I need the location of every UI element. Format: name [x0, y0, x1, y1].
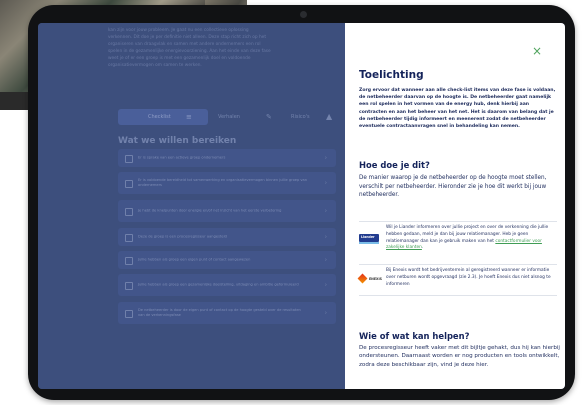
checkbox[interactable] [125, 180, 133, 188]
goal-text: De netbeheerder is door de eigen punt of… [138, 308, 301, 317]
panel-intro: Zorg ervoor dat wanneer aan alle check-l… [359, 88, 556, 130]
goal-item[interactable]: Er is sprake van een actieve groep onder… [118, 149, 336, 167]
chevron-right-icon: › [324, 233, 327, 241]
intro-line: spelen in de gezamenlijke energievoorzie… [108, 49, 271, 54]
checkbox[interactable] [125, 208, 133, 216]
intro-line: weet je of er een groep is met een gezam… [108, 56, 251, 61]
tablet-frame: kan zijn voor jouw probleem. Je gaat nu … [28, 5, 575, 400]
checkbox[interactable] [125, 155, 133, 163]
pencil-icon: ✎ [266, 113, 272, 121]
intro-text: kan zijn voor jouw probleem. Je gaat nu … [108, 27, 338, 69]
explanation-panel: × Toelichting Zorg ervoor dat wanneer aa… [345, 23, 565, 389]
panel-title: Toelichting [359, 69, 424, 81]
goal-item[interactable]: Je hebt de knelpunten door energie en/of… [118, 200, 336, 222]
checkbox[interactable] [125, 257, 133, 265]
goal-item[interactable]: De netbeheerder is door de eigen punt of… [118, 302, 336, 324]
checkbox[interactable] [125, 234, 133, 242]
goal-item[interactable]: Er is voldoende bereidheid tot samenwerk… [118, 172, 336, 194]
goal-item[interactable]: Jullie hebben als groep een eigen punt o… [118, 251, 336, 269]
enexis-card: ENEXIS Bij Enexis wordt het bedrijventer… [357, 264, 557, 296]
enexis-logo: ENEXIS [357, 273, 382, 285]
intro-line: kan zijn voor jouw probleem. Je gaat nu … [108, 28, 249, 33]
goals-heading: Wat we willen bereiken [118, 136, 237, 146]
tab-risicos[interactable]: Risico's [291, 109, 310, 125]
tab-checklist-label: Checklist [148, 114, 171, 120]
liander-logo-text: Liander [361, 235, 375, 239]
checkbox[interactable] [125, 282, 133, 290]
goal-text: Jullie hebben als groep een gezamenlijke… [138, 282, 299, 287]
help-heading: Wie of wat kan helpen? [359, 331, 470, 341]
chevron-right-icon: › [324, 179, 327, 187]
enexis-text: Bij Enexis wordt het bedrijventerrein al… [386, 268, 551, 287]
warning-icon: ▲ [326, 112, 333, 121]
intro-line: organisatievermogen om samen te werken. [108, 63, 202, 68]
enexis-logo-text: ENEXIS [369, 277, 382, 281]
chevron-right-icon: › [324, 207, 327, 215]
how-text: De manier waarop je de netbeheerder op d… [359, 175, 547, 198]
goal-item[interactable]: Deze de groep is een procesregisseur aan… [118, 228, 336, 246]
goal-text: Jullie hebben als groep een eigen punt o… [138, 257, 251, 262]
goal-text: Er is sprake van een actieve groep onder… [138, 155, 226, 160]
list-icon: ≡ [186, 113, 192, 121]
how-heading: Hoe doe je dit? [359, 160, 430, 170]
page-overlay[interactable]: kan zijn voor jouw probleem. Je gaat nu … [38, 23, 345, 389]
liander-text-suffix: . [421, 245, 424, 251]
close-icon[interactable]: × [532, 45, 542, 57]
goal-text: Deze de groep is een procesregisseur aan… [138, 234, 227, 239]
goal-item[interactable]: Jullie hebben als groep een gezamenlijke… [118, 274, 336, 296]
chevron-right-icon: › [324, 256, 327, 264]
chevron-right-icon: › [324, 281, 327, 289]
goal-text: Er is voldoende bereidheid tot samenwerk… [138, 178, 308, 187]
tab-verhalen[interactable]: Verhalen [218, 109, 240, 125]
goal-text: Je hebt de knelpunten door energie en/of… [138, 208, 282, 213]
chevron-right-icon: › [324, 309, 327, 317]
help-text: De procesregisseur heeft vaker met dit b… [359, 345, 560, 368]
intro-line: organiseren van draagvlak en samen met a… [108, 42, 261, 47]
chevron-right-icon: › [324, 154, 327, 162]
tablet-screen: kan zijn voor jouw probleem. Je gaat nu … [38, 23, 565, 389]
liander-text: Wil je Liander informeren over jullie pr… [386, 225, 556, 252]
liander-card: Liander Wil je Liander informeren over j… [359, 221, 557, 263]
intro-line: verkennen. Dit doe je per definitie niet… [108, 35, 266, 40]
checkbox[interactable] [125, 310, 133, 318]
liander-logo: Liander [359, 234, 379, 245]
tab-checklist[interactable]: Checklist ≡ [118, 109, 208, 125]
tab-bar: Checklist ≡ Verhalen ✎ Risico's ▲ [118, 109, 348, 125]
camera-icon [300, 11, 307, 18]
